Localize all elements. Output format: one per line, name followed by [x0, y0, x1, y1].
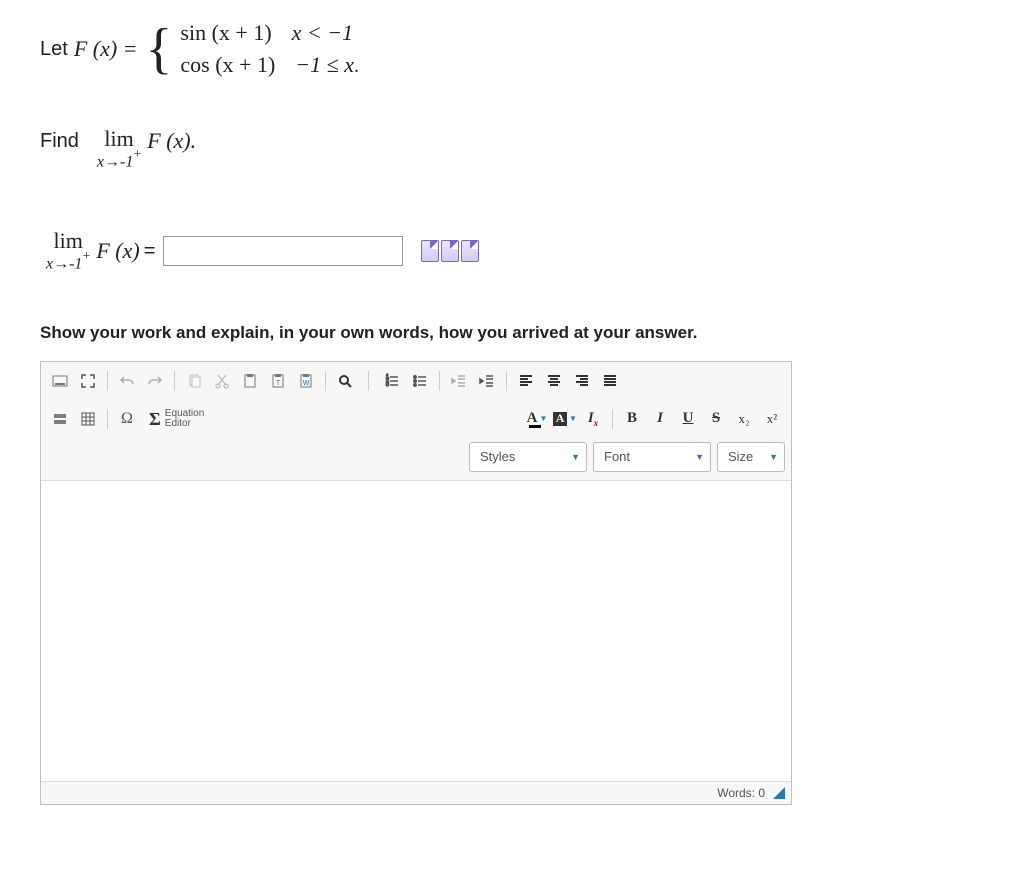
cut-icon[interactable] [209, 368, 235, 394]
fx-answer: F (x) [96, 238, 139, 264]
piecewise: { sin (x + 1) x < −1 cos (x + 1) −1 ≤ x … [138, 20, 359, 78]
rich-text-editor: T W 123 Ω Σ Equation Editor A [40, 361, 792, 805]
chevron-down-icon: ▼ [769, 452, 778, 462]
editor-content[interactable] [41, 480, 791, 781]
equals: = [144, 240, 156, 263]
word-count: Words: 0 [717, 786, 765, 800]
copy-icon[interactable] [181, 368, 207, 394]
special-char-icon[interactable]: Ω [114, 406, 140, 432]
svg-text:W: W [303, 380, 310, 387]
size-dropdown[interactable]: Size▼ [717, 442, 785, 472]
remove-format-button[interactable]: Ix [580, 406, 606, 432]
styles-dropdown[interactable]: Styles▼ [469, 442, 587, 472]
outdent-icon[interactable] [446, 368, 472, 394]
align-left-icon[interactable] [513, 368, 539, 394]
table-icon[interactable] [75, 406, 101, 432]
bold-button[interactable]: B [619, 406, 645, 432]
hr-icon[interactable] [47, 406, 73, 432]
limit-notation: lim x→-1+ [97, 128, 141, 170]
undo-icon[interactable] [114, 368, 140, 394]
find-row: Find lim x→-1+ F (x). [40, 128, 989, 170]
let-label: Let [40, 38, 68, 61]
equation-editor-button[interactable]: Σ Equation Editor [142, 406, 211, 432]
align-justify-icon[interactable] [597, 368, 623, 394]
hint-icon-2[interactable] [441, 240, 459, 262]
align-center-icon[interactable] [541, 368, 567, 394]
piece2-expr: cos (x + 1) [180, 52, 275, 78]
answer-input[interactable] [163, 236, 403, 266]
piece2-cond: −1 ≤ x [295, 52, 354, 78]
underline-button[interactable]: U [675, 406, 701, 432]
paste-icon[interactable] [237, 368, 263, 394]
hint-icons [421, 240, 479, 262]
superscript-button[interactable]: x² [759, 406, 785, 432]
paste-text-icon[interactable]: T [265, 368, 291, 394]
source-icon[interactable] [47, 368, 73, 394]
piece1-cond: x < −1 [292, 20, 353, 46]
bg-color-button[interactable]: A ▼ [552, 406, 578, 432]
svg-text:3: 3 [386, 382, 389, 388]
text-color-button[interactable]: A ▼ [524, 406, 550, 432]
editor-footer: Words: 0 [41, 781, 791, 804]
toolbar-row-1: T W 123 [41, 362, 791, 400]
chevron-down-icon: ▼ [571, 452, 580, 462]
hint-icon-1[interactable] [421, 240, 439, 262]
limit-notation-answer: lim x→-1+ [46, 230, 90, 272]
toolbar-row-2: Ω Σ Equation Editor A ▼ A ▼ Ix B I U [41, 400, 791, 438]
function-lhs: F (x) = [74, 36, 138, 62]
svg-text:T: T [276, 380, 281, 387]
question-definition: Let F (x) = { sin (x + 1) x < −1 cos (x … [40, 20, 989, 78]
align-right-icon[interactable] [569, 368, 595, 394]
resize-handle-icon[interactable] [773, 787, 785, 799]
find-label: Find [40, 130, 79, 153]
indent-icon[interactable] [474, 368, 500, 394]
fx-expr: F (x). [147, 128, 196, 154]
search-icon[interactable] [332, 368, 358, 394]
italic-button[interactable]: I [647, 406, 673, 432]
subscript-button[interactable]: x₂ [731, 406, 757, 432]
answer-row: lim x→-1+ F (x) = [40, 230, 989, 272]
numbered-list-icon[interactable]: 123 [379, 368, 405, 394]
font-dropdown[interactable]: Font▼ [593, 442, 711, 472]
strike-button[interactable]: S [703, 406, 729, 432]
show-work-label: Show your work and explain, in your own … [40, 323, 989, 343]
bullet-list-icon[interactable] [407, 368, 433, 394]
piece1-expr: sin (x + 1) [180, 20, 271, 46]
chevron-down-icon: ▼ [695, 452, 704, 462]
hint-icon-3[interactable] [461, 240, 479, 262]
period: . [354, 55, 359, 78]
paste-word-icon[interactable]: W [293, 368, 319, 394]
toolbar-row-3: Styles▼ Font▼ Size▼ [41, 438, 791, 480]
maximize-icon[interactable] [75, 368, 101, 394]
redo-icon[interactable] [142, 368, 168, 394]
brace-icon: { [146, 21, 173, 77]
